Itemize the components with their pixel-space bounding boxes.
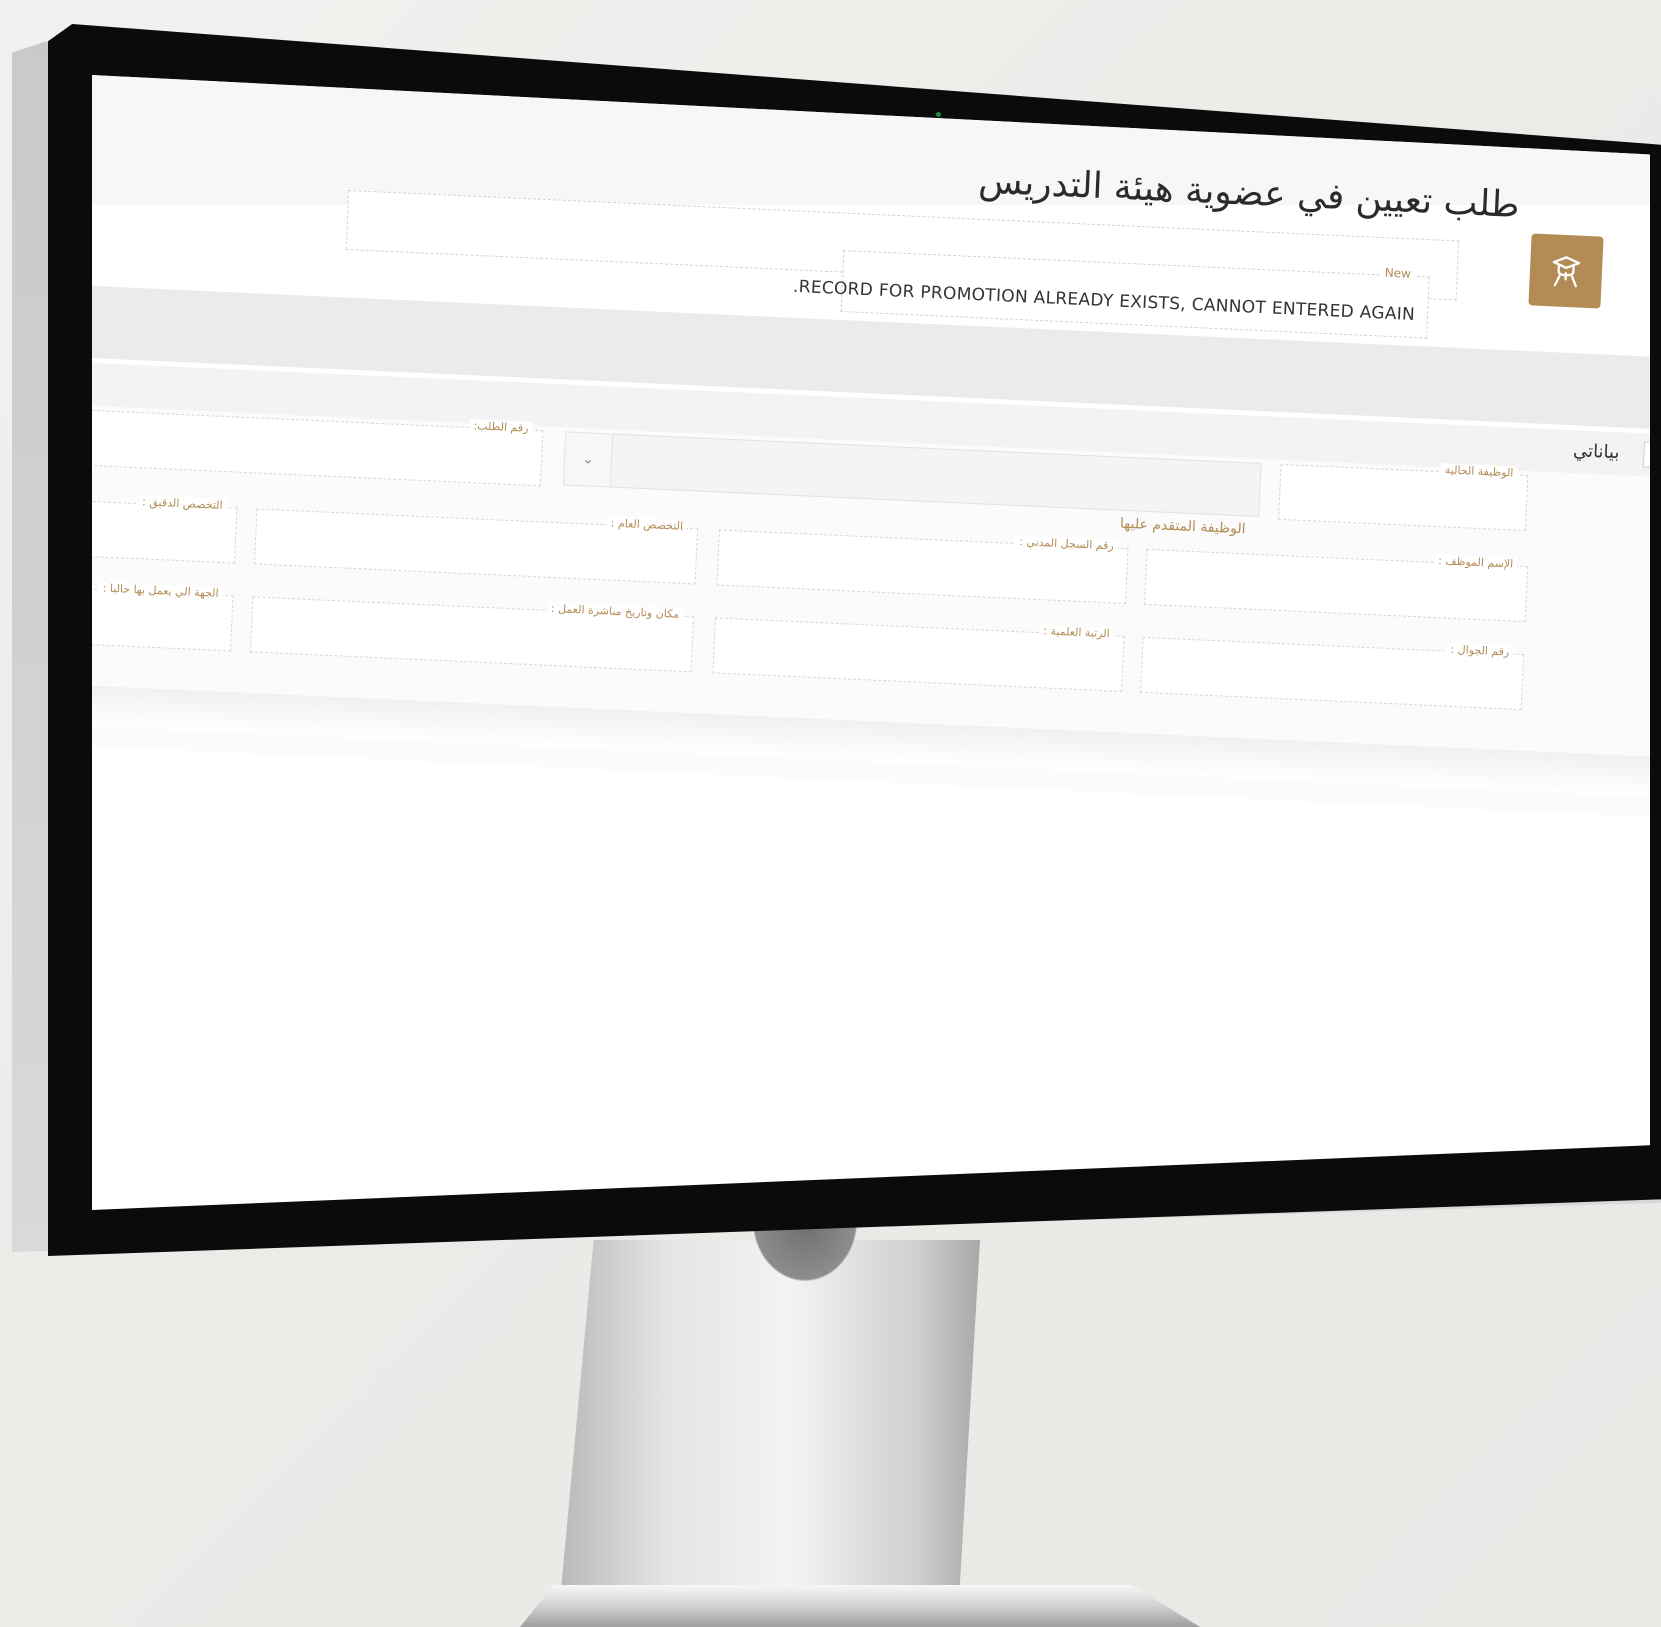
monitor-base	[520, 1585, 1200, 1627]
general-specialty-label: التخصص العام :	[606, 516, 688, 534]
graduation-cap-icon	[1528, 233, 1604, 309]
current-position-label: الوظيفة الحالية	[1440, 463, 1518, 480]
civil-record-label: رقم السجل المدني :	[1014, 534, 1118, 553]
section-title: بياناتي	[1572, 440, 1620, 464]
mobile-number-field[interactable]: رقم الجوال :	[1140, 636, 1525, 711]
employee-name-label: الإسم الموظف :	[1433, 553, 1518, 571]
chevron-down-icon[interactable]: ⌄	[563, 432, 614, 487]
current-employer-field[interactable]: الجهة الي يعمل بها حاليا :	[92, 581, 234, 652]
civil-record-field[interactable]: رقم السجل المدني :	[716, 529, 1129, 605]
current-position-field[interactable]: الوظيفة الحالية	[1278, 463, 1529, 532]
specific-specialty-field[interactable]: التخصص الدقيق :	[92, 495, 238, 564]
screen: طلب تعيين في عضوية هيئة التدريس New .REC…	[92, 75, 1650, 1210]
applied-position-label: الوظيفة المتقدم عليها	[1119, 515, 1246, 538]
work-place-date-field[interactable]: مكان وتاريخ مباشرة العمل :	[249, 596, 695, 673]
employee-name-field[interactable]: الإسم الموظف :	[1144, 548, 1529, 623]
academic-rank-field[interactable]: الرتبة العلمية :	[712, 617, 1125, 692]
request-number-label: رقم الطلب:	[469, 419, 533, 435]
status-message: .RECORD FOR PROMOTION ALREADY EXISTS, CA…	[792, 276, 1416, 326]
collapse-button[interactable]: –	[1642, 441, 1650, 469]
mobile-number-label: رقم الجوال :	[1446, 642, 1514, 659]
monitor-stand	[560, 1240, 980, 1600]
work-place-date-label: مكان وتاريخ مباشرة العمل :	[546, 601, 684, 621]
general-specialty-field[interactable]: التخصص العام :	[253, 508, 699, 585]
current-employer-label: الجهة الي يعمل بها حاليا :	[98, 581, 223, 601]
specific-specialty-label: التخصص الدقيق :	[137, 495, 227, 513]
camera-indicator	[936, 112, 941, 117]
academic-rank-label: الرتبة العلمية :	[1039, 624, 1114, 641]
status-caption: New	[1380, 265, 1416, 281]
request-number-field[interactable]: رقم الطلب:	[92, 408, 544, 487]
